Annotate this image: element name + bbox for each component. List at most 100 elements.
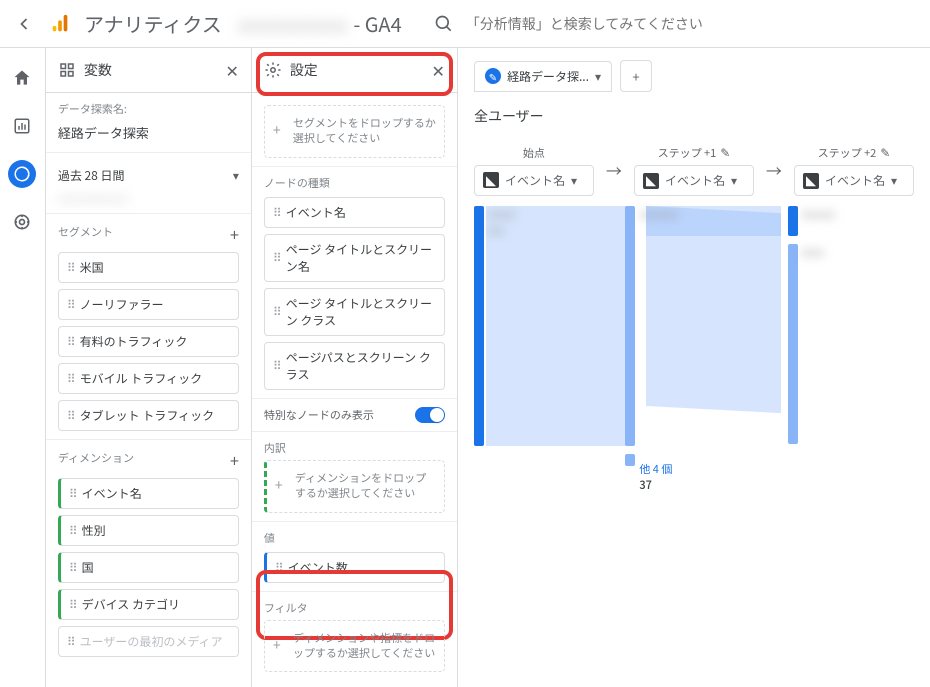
arrow-right-icon: → bbox=[766, 158, 782, 182]
drag-handle-icon: ⠿ bbox=[273, 204, 280, 221]
filter-section: フィルタ + ディメンションや指標をドロップするか選択してください bbox=[252, 592, 457, 681]
chip-label: 有料のトラフィック bbox=[80, 333, 188, 350]
drag-handle-icon: ⠿ bbox=[69, 559, 76, 576]
pencil-icon[interactable]: ✎ bbox=[880, 144, 890, 161]
chip-label: モバイル トラフィック bbox=[80, 370, 202, 387]
chip-item[interactable]: ⠿性別 bbox=[58, 515, 239, 546]
value-chip[interactable]: ⠿ イベント数 bbox=[264, 552, 445, 583]
sankey-chart: xxxxxxxx xxxxxxx 他 4 個 37 xxxxxx xxxx bbox=[474, 206, 914, 486]
close-icon[interactable]: ✕ bbox=[432, 58, 445, 82]
tab-label: 経路データ探... bbox=[507, 68, 589, 85]
steps-row: 始点 ◣ イベント名 ▾ → ステップ +1✎ ◣ イベント名 ▾ → ステップ… bbox=[474, 144, 914, 196]
add-segment-button[interactable]: + bbox=[230, 222, 239, 246]
tag-icon: ◣ bbox=[803, 173, 819, 189]
nav-admin-icon[interactable] bbox=[8, 208, 36, 236]
chip-item[interactable]: ⠿イベント名 bbox=[264, 197, 445, 228]
filter-drop-zone[interactable]: + ディメンションや指標をドロップするか選択してください bbox=[264, 620, 445, 673]
search-bar[interactable] bbox=[434, 14, 746, 34]
explore-name-label: データ探索名: bbox=[58, 101, 239, 117]
gear-icon bbox=[264, 61, 282, 79]
chevron-down-icon: ▾ bbox=[233, 167, 239, 184]
drag-handle-icon: ⠿ bbox=[273, 303, 280, 320]
values-section: 値 ⠿ イベント数 bbox=[252, 522, 457, 592]
segment-drop-section: + セグメントをドロップするか選択してください bbox=[252, 93, 457, 167]
search-icon bbox=[434, 14, 454, 34]
chip-item[interactable]: ⠿ ページパスとスクリーン クラス bbox=[264, 342, 445, 390]
chip-item[interactable]: ⠿イベント名 bbox=[58, 478, 239, 509]
canvas-title: 全ユーザー bbox=[474, 106, 914, 126]
nav-reports-icon[interactable] bbox=[8, 112, 36, 140]
analytics-logo-icon bbox=[48, 12, 72, 36]
chip-item[interactable]: ⠿ デバイス カテゴリ bbox=[58, 589, 239, 620]
tag-icon: ◣ bbox=[483, 172, 499, 188]
close-icon[interactable]: ✕ bbox=[225, 58, 238, 82]
add-dimension-button[interactable]: + bbox=[230, 448, 239, 472]
chevron-down-icon: ▾ bbox=[595, 68, 601, 85]
chip-label: ユーザーの最初のメディア bbox=[80, 633, 223, 650]
filter-drop-text: ディメンションや指標をドロップするか選択してください bbox=[293, 630, 435, 661]
chip-item[interactable]: ⠿ ページ タイトルとスクリーン クラス bbox=[264, 288, 445, 336]
breakdown-drop-zone[interactable]: + ディメンションをドロップするか選択してください bbox=[264, 460, 445, 513]
edit-badge-icon: ✎ bbox=[485, 68, 501, 84]
chip-label: デバイス カテゴリ bbox=[82, 596, 180, 613]
nav-explore-icon[interactable] bbox=[8, 160, 36, 188]
chevron-down-icon: ▾ bbox=[891, 172, 897, 189]
chip-item[interactable]: ⠿米国 bbox=[58, 252, 239, 283]
node-type-label: ノードの種類 bbox=[264, 175, 445, 191]
canvas-panel: ✎ 経路データ探... ▾ + 全ユーザー 始点 ◣ イベント名 ▾ → ステッ… bbox=[458, 48, 930, 687]
pencil-icon[interactable]: ✎ bbox=[720, 144, 730, 161]
dimensions-label: ディメンション bbox=[58, 450, 134, 466]
add-tab-button[interactable]: + bbox=[620, 60, 652, 92]
breakdown-drop-text: ディメンションをドロップするか選択してください bbox=[295, 470, 426, 501]
back-arrow-icon[interactable] bbox=[12, 12, 36, 36]
date-range-section[interactable]: 過去 28 日間 ▾ xxxxxxxxxxxxxx bbox=[46, 153, 251, 214]
step-1-label: ステップ +1 bbox=[658, 145, 717, 161]
other-nodes-count: 37 bbox=[639, 477, 672, 493]
special-nodes-toggle-row: 特別なノードのみ表示 bbox=[252, 399, 457, 432]
breakdown-section: 内訳 + ディメンションをドロップするか選択してください bbox=[252, 432, 457, 522]
explore-name-section: データ探索名: 経路データ探索 bbox=[46, 93, 251, 153]
step-1-selector[interactable]: ◣ イベント名 ▾ bbox=[634, 165, 754, 196]
chip-label: ページ タイトルとスクリーン クラス bbox=[286, 295, 436, 329]
step-2-selector[interactable]: ◣ イベント名 ▾ bbox=[794, 165, 914, 196]
explore-tab[interactable]: ✎ 経路データ探... ▾ bbox=[474, 61, 612, 92]
arrow-right-icon: → bbox=[606, 158, 622, 182]
special-nodes-toggle[interactable] bbox=[415, 407, 445, 423]
date-range-label: 過去 28 日間 bbox=[58, 167, 125, 184]
chevron-down-icon: ▾ bbox=[731, 172, 737, 189]
app-title: アナリティクス bbox=[84, 9, 222, 38]
chip-item[interactable]: ⠿モバイル トラフィック bbox=[58, 363, 239, 394]
event-pill-label: イベント名 bbox=[825, 172, 885, 189]
chip-label: 性別 bbox=[82, 522, 106, 539]
property-suffix: - GA4 bbox=[353, 9, 401, 38]
drag-handle-icon: ⠿ bbox=[69, 596, 76, 613]
step-start-selector[interactable]: ◣ イベント名 ▾ bbox=[474, 165, 594, 196]
segment-drop-zone[interactable]: + セグメントをドロップするか選択してください bbox=[264, 105, 445, 158]
chip-label: 米国 bbox=[80, 259, 104, 276]
property-selector[interactable]: xxxxxxxxxxx - GA4 bbox=[238, 9, 402, 38]
chip-item[interactable]: ⠿ページ タイトルとスクリーン名 bbox=[264, 234, 445, 282]
sankey-node-step1[interactable]: xxxxxxx 他 4 個 37 bbox=[625, 206, 677, 486]
drag-handle-icon: ⠿ bbox=[273, 249, 280, 266]
other-nodes-link[interactable]: 他 4 個 bbox=[639, 461, 672, 477]
step-start-label: 始点 bbox=[523, 145, 545, 161]
drag-handle-icon: ⠿ bbox=[273, 357, 280, 374]
search-input[interactable] bbox=[466, 16, 746, 32]
special-nodes-label: 特別なノードのみ表示 bbox=[264, 407, 374, 423]
sankey-node-step2[interactable]: xxxxxx xxxx bbox=[788, 206, 835, 486]
chip-label: ノーリファラー bbox=[80, 296, 164, 313]
step-start-col: 始点 ◣ イベント名 ▾ bbox=[474, 145, 594, 196]
chip-label: ページパスとスクリーン クラス bbox=[286, 349, 436, 383]
nav-home-icon[interactable] bbox=[8, 64, 36, 92]
chip-item[interactable]: ⠿タブレット トラフィック bbox=[58, 400, 239, 431]
values-label: 値 bbox=[264, 530, 445, 546]
property-name-blurred: xxxxxxxxxxx bbox=[238, 9, 348, 38]
chip-item[interactable]: ⠿ノーリファラー bbox=[58, 289, 239, 320]
chip-label: イベント名 bbox=[82, 485, 142, 502]
drag-handle-icon: ⠿ bbox=[67, 333, 74, 350]
explore-name-value[interactable]: 経路データ探索 bbox=[58, 121, 239, 144]
dimensions-section: ディメンション + ⠿イベント名⠿性別⠿国⠿デバイス カテゴリ⠿ユーザーの最初の… bbox=[46, 440, 251, 665]
chip-item[interactable]: ⠿ユーザーの最初のメディア bbox=[58, 626, 239, 657]
chip-item[interactable]: ⠿ 有料のトラフィック bbox=[58, 326, 239, 357]
chip-item[interactable]: ⠿国 bbox=[58, 552, 239, 583]
